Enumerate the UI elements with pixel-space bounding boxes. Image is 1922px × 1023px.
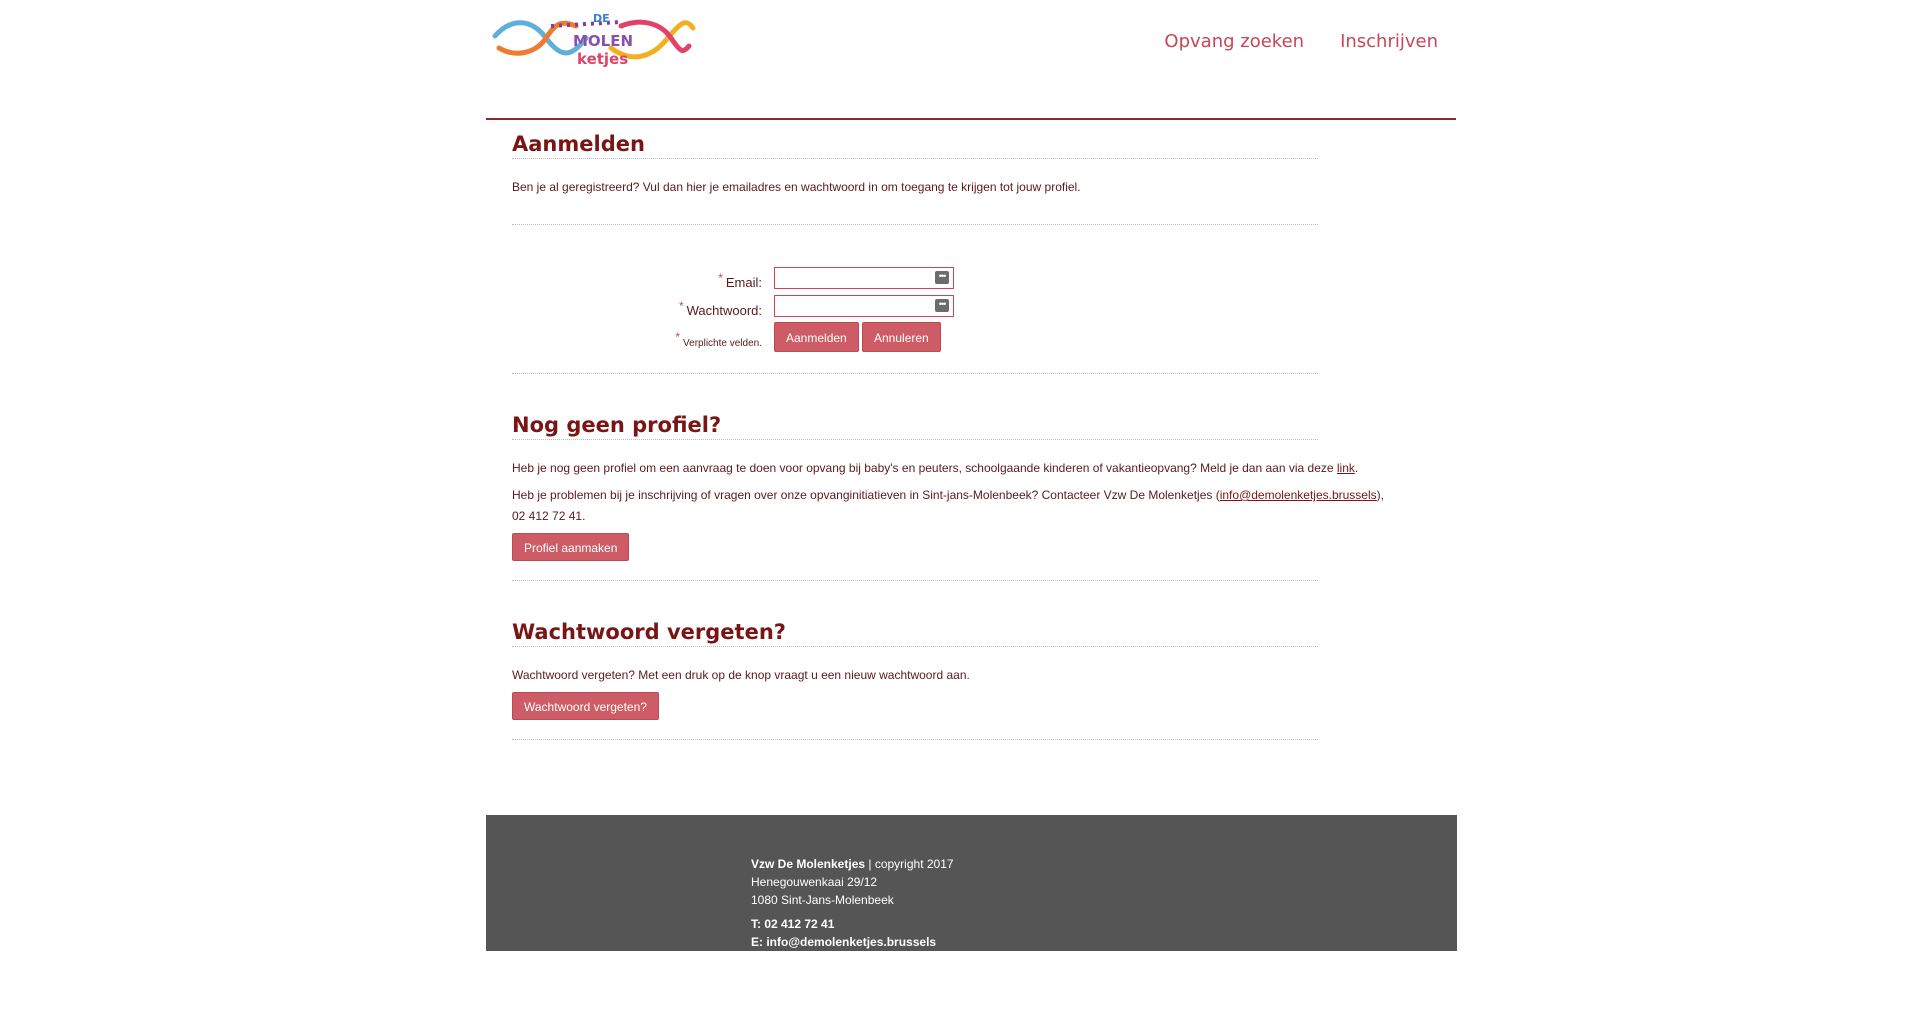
forgot-text: Wachtwoord vergeten? Met een druk op de … bbox=[512, 668, 970, 682]
email-field[interactable]: ••• bbox=[774, 267, 954, 289]
required-note-text: Verplichte velden. bbox=[683, 338, 762, 349]
register-paragraph-2: Heb je problemen bij je inschrijving of … bbox=[512, 485, 1432, 527]
email-input[interactable] bbox=[775, 268, 933, 288]
password-manager-icon[interactable]: ••• bbox=[935, 271, 949, 284]
site-footer: Vzw De Molenketjes | copyright 2017 Hene… bbox=[486, 815, 1457, 951]
login-title: Aanmelden bbox=[512, 132, 1318, 159]
molenketjes-logo[interactable]: DE MOLEN ketjes bbox=[491, 8, 697, 72]
footer-address-1: Henegouwenkaai 29/12 bbox=[751, 875, 878, 889]
login-button[interactable]: Aanmelden bbox=[774, 322, 859, 352]
register-text: Heb je nog geen profiel om een aanvraag … bbox=[512, 458, 1432, 527]
register-text-1: Heb je nog geen profiel om een aanvraag … bbox=[512, 461, 1337, 475]
divider bbox=[512, 720, 1318, 740]
required-asterisk: * bbox=[675, 330, 681, 344]
login-form: * Email: ••• * Wachtwoord: ••• * Verplic… bbox=[512, 225, 1318, 373]
footer-email[interactable]: E: info@demolenketjes.brussels bbox=[751, 933, 954, 951]
password-input[interactable] bbox=[775, 296, 933, 316]
register-link[interactable]: link bbox=[1337, 461, 1355, 475]
nav-inschrijven[interactable]: Inschrijven bbox=[1340, 31, 1438, 52]
main-container: DE MOLEN ketjes Opvang zoeken Inschrijve… bbox=[486, 0, 1456, 740]
logo-text-de: DE bbox=[593, 12, 610, 25]
forgot-title: Wachtwoord vergeten? bbox=[512, 620, 1318, 647]
divider bbox=[512, 373, 1318, 374]
register-section: Nog geen profiel? Heb je nog geen profie… bbox=[512, 413, 1384, 581]
login-section: Aanmelden Ben je al geregistreerd? Vul d… bbox=[512, 132, 1318, 374]
footer-copyright: | copyright 2017 bbox=[865, 857, 954, 871]
register-paragraph-1: Heb je nog geen profiel om een aanvraag … bbox=[512, 458, 1432, 479]
footer-contact: Vzw De Molenketjes | copyright 2017 Hene… bbox=[751, 855, 954, 951]
password-label: * Wachtwoord: bbox=[512, 299, 762, 318]
site-header: DE MOLEN ketjes Opvang zoeken Inschrijve… bbox=[486, 0, 1456, 120]
logo-text-ketjes: ketjes bbox=[577, 50, 628, 68]
required-asterisk: * bbox=[718, 271, 723, 285]
forgot-password-button[interactable]: Wachtwoord vergeten? bbox=[512, 692, 659, 720]
footer-org-line: Vzw De Molenketjes | copyright 2017 bbox=[751, 855, 954, 873]
register-text-2-end: ), bbox=[1376, 488, 1384, 502]
page: DE MOLEN ketjes Opvang zoeken Inschrijve… bbox=[0, 0, 1922, 1023]
footer-address-2: 1080 Sint-Jans-Molenbeek bbox=[751, 893, 894, 907]
create-profile-button[interactable]: Profiel aanmaken bbox=[512, 533, 630, 561]
email-label: * Email: bbox=[512, 271, 762, 290]
contact-email-link[interactable]: info@demolenketjes.brussels bbox=[1220, 488, 1377, 502]
register-title: Nog geen profiel? bbox=[512, 413, 1318, 440]
email-label-text: Email: bbox=[725, 275, 762, 290]
divider bbox=[512, 198, 1318, 225]
register-text-1-end: . bbox=[1354, 461, 1359, 475]
logo-text-molen: MOLEN bbox=[573, 32, 633, 50]
footer-phone: T: 02 412 72 41 bbox=[751, 917, 835, 931]
contact-phone: 02 412 72 41. bbox=[512, 509, 586, 523]
password-label-text: Wachtwoord: bbox=[686, 303, 762, 318]
forgot-section: Wachtwoord vergeten? Wachtwoord vergeten… bbox=[512, 620, 1318, 740]
password-manager-icon[interactable]: ••• bbox=[935, 299, 949, 312]
required-asterisk: * bbox=[678, 299, 684, 313]
nav-opvang-zoeken[interactable]: Opvang zoeken bbox=[1164, 31, 1304, 52]
footer-org: Vzw De Molenketjes bbox=[751, 857, 866, 871]
password-field[interactable]: ••• bbox=[774, 295, 954, 317]
cancel-button[interactable]: Annuleren bbox=[862, 322, 941, 352]
divider bbox=[512, 561, 1318, 581]
login-intro: Ben je al geregistreerd? Vul dan hier je… bbox=[512, 180, 1081, 194]
main-nav: Opvang zoeken Inschrijven bbox=[1164, 31, 1438, 52]
required-note: * Verplichte velden. bbox=[512, 330, 762, 349]
register-text-2: Heb je problemen bij je inschrijving of … bbox=[512, 488, 1220, 502]
content: Aanmelden Ben je al geregistreerd? Vul d… bbox=[486, 132, 1456, 740]
